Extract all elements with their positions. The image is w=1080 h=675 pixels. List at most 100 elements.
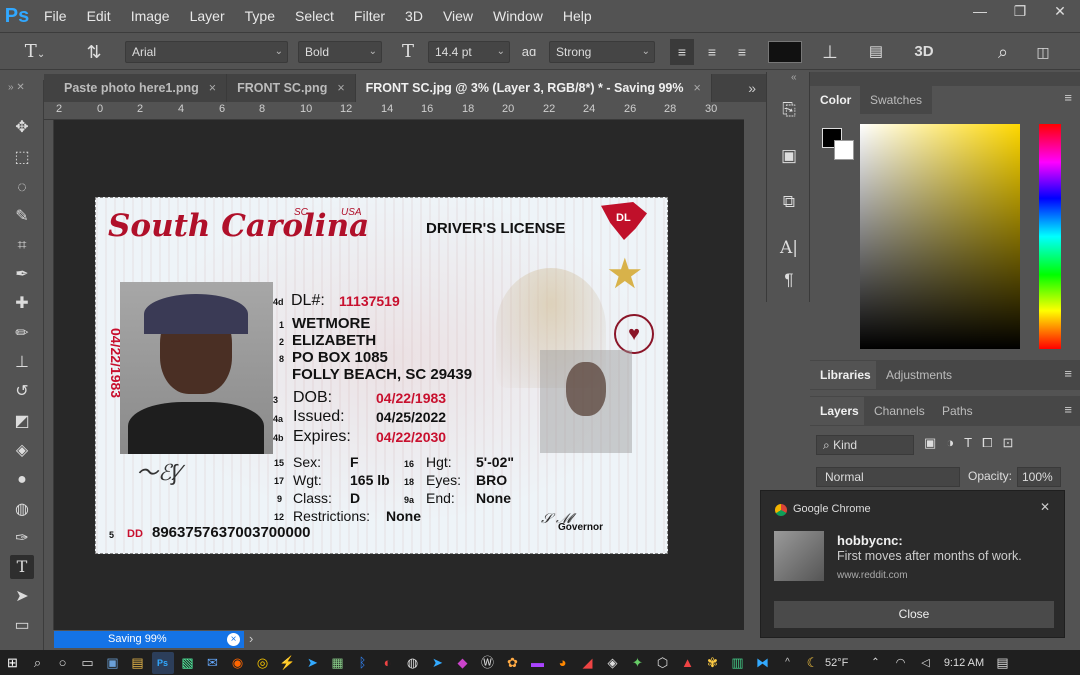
- telegram-icon[interactable]: ➤: [427, 652, 449, 674]
- align-center-icon[interactable]: ≡: [700, 39, 724, 65]
- tab-channels[interactable]: Channels: [864, 397, 935, 425]
- close-tab-icon[interactable]: ×: [209, 81, 216, 95]
- eraser-tool-icon[interactable]: ◩: [10, 410, 34, 434]
- task-view-icon[interactable]: ▭: [77, 652, 99, 674]
- minimize-button[interactable]: —: [960, 0, 1000, 24]
- strip-collapse-icon[interactable]: «: [791, 72, 797, 83]
- tab-front-sc-png[interactable]: FRONT SC.png ×: [227, 74, 356, 102]
- search-icon[interactable]: ⌕: [27, 652, 49, 674]
- opacity-input[interactable]: 100%: [1017, 467, 1061, 487]
- workspace-icon[interactable]: ◫: [1030, 39, 1056, 65]
- layer-kind-filter[interactable]: ⌕ Kind: [816, 435, 914, 455]
- paragraph-icon[interactable]: ¶: [777, 268, 801, 292]
- 3d-button[interactable]: 3D: [910, 39, 938, 65]
- menu-type[interactable]: Type: [235, 0, 285, 32]
- file-explorer-icon[interactable]: ▤: [127, 652, 149, 674]
- orientation-toggle-icon[interactable]: ⇅: [80, 39, 108, 65]
- layer-filter-icons[interactable]: ▣◑T⧠⊡: [924, 435, 1023, 451]
- path-select-icon[interactable]: ➤: [10, 585, 34, 609]
- tab-color[interactable]: Color: [810, 86, 862, 114]
- taskbar-app-icon[interactable]: ◈: [602, 652, 624, 674]
- taskbar-app-icon[interactable]: ◐: [377, 652, 399, 674]
- crop-tool-icon[interactable]: ⌗: [10, 234, 34, 258]
- tray-overflow-icon[interactable]: ^: [777, 652, 799, 674]
- clone-source-icon[interactable]: ⧉: [777, 190, 801, 214]
- notification-close-button[interactable]: Close: [774, 601, 1054, 628]
- firefox-icon[interactable]: ◕: [552, 652, 574, 674]
- tab-paths[interactable]: Paths: [932, 397, 983, 425]
- taskbar-app-icon[interactable]: ▣: [102, 652, 124, 674]
- font-family-select[interactable]: Arial ⌄: [125, 41, 288, 63]
- panel-menu-icon[interactable]: ≡: [1064, 366, 1072, 381]
- taskbar-app-icon[interactable]: ⚡: [277, 652, 299, 674]
- tabs-overflow-icon[interactable]: »: [738, 74, 766, 102]
- properties-panel-icon[interactable]: ▣: [777, 144, 801, 168]
- photos-icon[interactable]: ▧: [177, 652, 199, 674]
- weather-icon[interactable]: ☾: [802, 652, 824, 674]
- blur-tool-icon[interactable]: ●: [10, 468, 34, 492]
- pdf-icon[interactable]: ▲: [677, 652, 699, 674]
- volume-icon[interactable]: ◁: [915, 652, 937, 674]
- tab-front-sc-jpg[interactable]: FRONT SC.jpg @ 3% (Layer 3, RGB/8*) * - …: [355, 74, 712, 102]
- wifi-icon[interactable]: ◠: [890, 652, 912, 674]
- taskbar-app-icon[interactable]: ▬: [527, 652, 549, 674]
- toolbar-collapse-icon[interactable]: » ✕: [8, 82, 25, 93]
- menu-filter[interactable]: Filter: [344, 0, 395, 32]
- search-icon[interactable]: ⌕: [990, 39, 1016, 65]
- taskbar-app-icon[interactable]: ⬡: [652, 652, 674, 674]
- tab-layers[interactable]: Layers: [810, 397, 869, 425]
- taskbar-app-icon[interactable]: ✦: [627, 652, 649, 674]
- taskbar-app-icon[interactable]: ✾: [702, 652, 724, 674]
- history-panel-icon[interactable]: ⎘: [777, 98, 801, 122]
- background-color[interactable]: [834, 140, 854, 160]
- healing-brush-icon[interactable]: ✚: [10, 292, 34, 316]
- font-size-select[interactable]: 14.4 pt ⌄: [428, 41, 510, 63]
- close-tab-icon[interactable]: ×: [693, 81, 700, 95]
- taskbar-app-icon[interactable]: ◍: [402, 652, 424, 674]
- clock-time[interactable]: 9:12 AM: [938, 657, 990, 669]
- close-window-button[interactable]: ✕: [1040, 0, 1080, 24]
- align-right-icon[interactable]: ≡: [730, 39, 754, 65]
- menu-view[interactable]: View: [433, 0, 483, 32]
- taskbar-app-icon[interactable]: ◉: [227, 652, 249, 674]
- history-brush-icon[interactable]: ↺: [10, 380, 34, 404]
- menu-image[interactable]: Image: [121, 0, 180, 32]
- character-panel-icon[interactable]: ▤: [864, 39, 888, 65]
- character-icon[interactable]: A|: [777, 236, 801, 260]
- hue-slider[interactable]: [1039, 124, 1061, 349]
- taskbar-app-icon[interactable]: ✿: [502, 652, 524, 674]
- menu-edit[interactable]: Edit: [77, 0, 121, 32]
- text-color-swatch[interactable]: [768, 41, 802, 63]
- marquee-tool-icon[interactable]: ⬚: [10, 146, 34, 170]
- mail-icon[interactable]: ✉: [202, 652, 224, 674]
- quick-select-tool-icon[interactable]: ✎: [10, 205, 34, 229]
- font-style-select[interactable]: Bold ⌄: [298, 41, 382, 63]
- taskbar-app-icon[interactable]: ▦: [327, 652, 349, 674]
- taskbar-app-icon[interactable]: ▥: [727, 652, 749, 674]
- type-tool-icon[interactable]: T⌄: [20, 39, 50, 65]
- panel-menu-icon[interactable]: ≡: [1064, 402, 1072, 417]
- tab-libraries[interactable]: Libraries: [810, 361, 881, 389]
- blend-mode-select[interactable]: Normal: [816, 467, 960, 487]
- tab-paste-photo[interactable]: Paste photo here1.png ×: [44, 74, 228, 102]
- tab-swatches[interactable]: Swatches: [860, 86, 933, 114]
- menu-3d[interactable]: 3D: [395, 0, 433, 32]
- close-tab-icon[interactable]: ×: [337, 81, 344, 95]
- photoshop-taskbar-icon[interactable]: Ps: [151, 651, 174, 674]
- color-picker-field[interactable]: [860, 124, 1020, 349]
- warp-text-icon[interactable]: ⊥: [818, 39, 842, 65]
- restore-button[interactable]: ❐: [1000, 0, 1040, 24]
- wordpress-icon[interactable]: Ⓦ: [477, 652, 499, 674]
- brush-tool-icon[interactable]: ✏: [10, 322, 34, 346]
- lasso-tool-icon[interactable]: ◌: [10, 176, 34, 200]
- antialias-select[interactable]: Strong ⌄: [549, 41, 655, 63]
- eyedropper-tool-icon[interactable]: ✒: [10, 263, 34, 287]
- pen-tool-icon[interactable]: ✑: [10, 527, 34, 551]
- chrome-taskbar-icon[interactable]: ◎: [252, 652, 274, 674]
- menu-window[interactable]: Window: [483, 0, 553, 32]
- vscode-icon[interactable]: ⧓: [752, 652, 774, 674]
- menu-layer[interactable]: Layer: [180, 0, 235, 32]
- menu-help[interactable]: Help: [553, 0, 602, 32]
- telegram-icon[interactable]: ➤: [302, 652, 324, 674]
- action-center-icon[interactable]: ▤: [992, 652, 1014, 674]
